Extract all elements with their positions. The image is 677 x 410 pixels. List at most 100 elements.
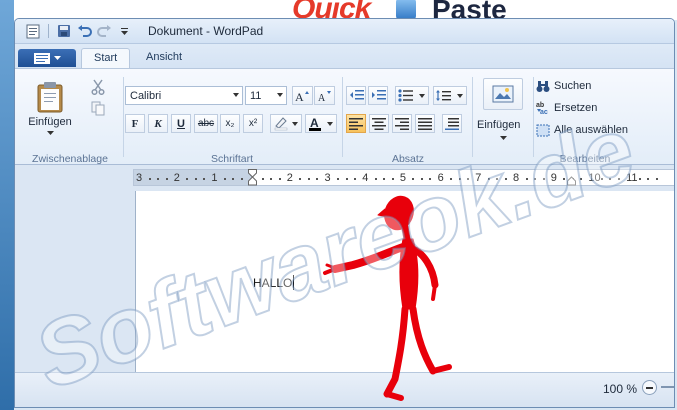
ruler-tick-dot xyxy=(270,178,273,180)
tab-start[interactable]: Start xyxy=(81,48,131,69)
wordpad-app-icon[interactable] xyxy=(25,23,41,39)
insert-picture-button[interactable] xyxy=(483,78,523,110)
desktop-edge xyxy=(0,0,14,410)
svg-text:ac: ac xyxy=(540,109,548,115)
select-all-label: Alle auswählen xyxy=(554,124,628,136)
scissors-icon xyxy=(91,79,105,95)
highlighter-icon xyxy=(274,117,298,131)
undo-icon[interactable] xyxy=(76,23,92,39)
ruler-tick-dot xyxy=(496,178,499,180)
chevron-down-icon xyxy=(233,93,239,97)
ruler-tick-dot xyxy=(278,178,281,180)
ruler-tick-dot xyxy=(609,178,612,180)
ruler-tick-label: 3 xyxy=(324,172,331,184)
bullet-list-button[interactable] xyxy=(395,86,429,105)
ruler-tick-dot xyxy=(542,178,545,180)
right-indent-marker[interactable] xyxy=(567,169,576,186)
font-family-value: Calibri xyxy=(130,89,162,102)
ruler-tick-label: 8 xyxy=(513,172,520,184)
ruler-tick-label: 2 xyxy=(286,172,293,184)
title-bar: Dokument - WordPad xyxy=(15,19,674,44)
ruler-tick-dot xyxy=(354,178,356,180)
chevron-down-icon xyxy=(53,55,61,60)
save-icon[interactable] xyxy=(56,23,72,39)
ribbon: Einfügen Zwischenablage Calibri 11 A A F… xyxy=(15,68,674,165)
line-spacing-icon xyxy=(436,90,463,101)
redo-icon[interactable] xyxy=(96,23,112,39)
customize-qat-icon[interactable] xyxy=(116,23,132,39)
font-color-button[interactable]: A xyxy=(305,114,337,133)
document-text[interactable]: HALLO xyxy=(253,276,292,290)
paragraph-group-label: Absatz xyxy=(391,153,425,165)
ruler-tick-dot xyxy=(563,178,566,180)
strikethrough-button[interactable]: abc xyxy=(194,114,218,133)
font-group-label: Schriftart xyxy=(210,153,253,165)
ruler-tick-dot xyxy=(299,178,302,180)
tab-ansicht[interactable]: Ansicht xyxy=(134,48,194,69)
ruler-tick-dot xyxy=(232,178,235,180)
window-title: Dokument - WordPad xyxy=(148,24,264,38)
group-divider xyxy=(123,77,124,157)
ruler-tick-dot xyxy=(203,178,206,180)
text-caret xyxy=(293,275,294,290)
find-button[interactable]: Suchen xyxy=(535,77,645,95)
font-color-icon: A xyxy=(309,116,333,131)
banner-clipboard-icon xyxy=(396,0,416,20)
font-group: Calibri 11 A A F K U abc x₂ x² A Schrift xyxy=(125,72,339,165)
increase-indent-button[interactable] xyxy=(368,86,388,105)
ruler-tick-dot xyxy=(157,178,159,180)
ruler-tick-dot xyxy=(186,178,189,180)
font-size-combo[interactable]: 11 xyxy=(245,86,287,105)
insert-group: Einfügen xyxy=(475,72,531,162)
quick-access-toolbar xyxy=(25,23,132,39)
bold-button[interactable]: F xyxy=(125,114,145,133)
ruler-tick-dot xyxy=(458,178,461,180)
replace-button[interactable]: ab ac Ersetzen xyxy=(535,99,645,117)
ruler-tick-dot xyxy=(148,178,151,180)
font-family-combo[interactable]: Calibri xyxy=(125,86,243,105)
copy-button[interactable] xyxy=(87,99,109,118)
highlight-color-button[interactable] xyxy=(270,114,302,133)
find-label: Suchen xyxy=(554,80,592,92)
justify-button[interactable] xyxy=(415,114,435,133)
file-menu-button[interactable] xyxy=(18,49,76,67)
insert-label: Einfügen xyxy=(477,119,521,131)
superscript-button[interactable]: x² xyxy=(243,114,263,133)
svg-text:A: A xyxy=(310,116,319,130)
line-spacing-button[interactable] xyxy=(433,86,467,105)
binoculars-icon xyxy=(536,80,550,92)
grow-font-button[interactable]: A xyxy=(292,86,313,105)
first-line-indent-marker[interactable] xyxy=(248,169,257,186)
paste-button[interactable]: Einfügen xyxy=(28,76,72,140)
underline-button[interactable]: U xyxy=(171,114,191,133)
horizontal-ruler[interactable]: 3211234567891011 xyxy=(133,169,674,186)
align-center-icon xyxy=(372,117,386,130)
shrink-font-button[interactable]: A xyxy=(314,86,335,105)
replace-label: Ersetzen xyxy=(554,102,598,114)
ruler-tick-dot xyxy=(307,178,310,180)
italic-button[interactable]: K xyxy=(148,114,168,133)
align-right-button[interactable] xyxy=(392,114,412,133)
subscript-button[interactable]: x₂ xyxy=(220,114,240,133)
clipboard-icon xyxy=(37,81,63,112)
group-divider xyxy=(533,77,534,157)
chevron-down-icon xyxy=(277,93,283,97)
cut-button[interactable] xyxy=(87,77,109,96)
ruler-tick-label: 6 xyxy=(437,172,444,184)
ruler-tick-dot xyxy=(316,178,319,180)
ruler-tick-dot xyxy=(391,178,394,180)
paste-label: Einfügen xyxy=(28,115,72,128)
zoom-out-button[interactable] xyxy=(642,380,657,395)
zoom-slider[interactable] xyxy=(661,386,674,388)
align-right-icon xyxy=(395,117,409,130)
ruler-tick-dot xyxy=(487,178,490,180)
ruler-tick-dot xyxy=(525,178,528,180)
select-all-button[interactable]: Alle auswählen xyxy=(535,121,647,139)
align-center-button[interactable] xyxy=(369,114,389,133)
paragraph-settings-button[interactable] xyxy=(442,114,462,133)
ruler-tick-dot xyxy=(504,178,507,180)
ruler-tick-dot xyxy=(345,178,348,180)
increase-indent-icon xyxy=(371,90,386,100)
decrease-indent-button[interactable] xyxy=(346,86,366,105)
align-left-button[interactable] xyxy=(346,114,366,133)
